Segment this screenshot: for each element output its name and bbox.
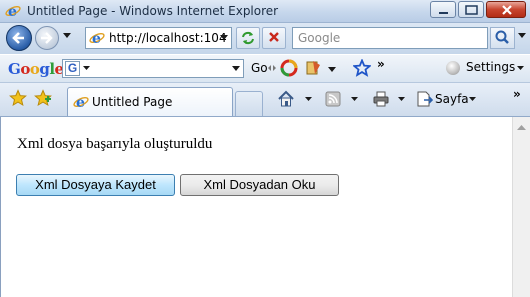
vertical-scrollbar[interactable]	[512, 117, 530, 297]
recent-pages-dropdown-icon[interactable]	[63, 33, 71, 38]
address-url: http://localhost:104	[109, 31, 227, 45]
feeds-dropdown-icon[interactable]	[351, 97, 358, 101]
search-input[interactable]: Google	[292, 27, 488, 49]
page-content: Xml dosya başarıyla oluşturuldu Xml Dosy…	[0, 117, 512, 297]
tab-title: Untitled Page	[92, 95, 173, 109]
home-icon[interactable]	[277, 90, 295, 108]
save-xml-button[interactable]: Xml Dosyaya Kaydet	[16, 174, 175, 196]
google-go-button[interactable]: Go	[251, 61, 268, 75]
svg-text:e: e	[92, 31, 101, 46]
internet-explorer-icon: e	[5, 4, 21, 19]
back-button[interactable]	[6, 25, 32, 51]
search-icon	[495, 30, 509, 44]
more-tools-chevron-icon[interactable]: »	[377, 57, 385, 71]
google-g-icon: G	[65, 61, 80, 76]
google-toolbar: Google G Go » Settings	[0, 55, 530, 83]
google-search-field[interactable]: G	[62, 59, 244, 78]
tab-untitled-page[interactable]: e Untitled Page	[67, 87, 233, 116]
print-dropdown-icon[interactable]	[398, 97, 405, 101]
svg-text:e: e	[76, 95, 85, 110]
window-title: Untitled Page - Windows Internet Explore…	[27, 4, 279, 18]
settings-ball-icon	[446, 61, 460, 75]
minimize-button[interactable]	[430, 1, 456, 18]
tab-bar: e Untitled Page Sayfa »	[0, 83, 530, 117]
settings-dropdown-icon	[517, 66, 524, 70]
address-bar[interactable]: e http://localhost:104	[85, 27, 232, 49]
feeds-icon[interactable]	[325, 90, 341, 108]
home-dropdown-icon[interactable]	[305, 97, 312, 101]
add-favorite-icon[interactable]	[34, 89, 52, 107]
google-logo: Google	[8, 60, 64, 78]
stop-icon	[269, 32, 279, 42]
minimize-icon	[439, 12, 448, 14]
search-placeholder: Google	[298, 31, 341, 45]
bookmarks-icon[interactable]	[305, 59, 323, 77]
page-menu-dropdown-icon[interactable]	[469, 97, 476, 101]
page-menu-icon[interactable]	[415, 90, 433, 108]
settings-label: Settings	[466, 60, 516, 74]
refresh-icon	[242, 31, 254, 45]
maximize-button[interactable]	[458, 1, 484, 18]
forward-arrow-icon	[41, 32, 53, 44]
svg-text:e: e	[8, 4, 17, 19]
pagerank-icon[interactable]	[280, 59, 298, 77]
scroll-up-arrow-icon[interactable]	[517, 125, 526, 130]
search-options-dropdown-icon[interactable]	[518, 33, 526, 38]
google-search-dropdown-icon[interactable]	[232, 66, 240, 71]
page-menu-label[interactable]: Sayfa	[435, 92, 469, 106]
more-commands-chevron-icon[interactable]: »	[513, 87, 521, 101]
star-bookmark-icon[interactable]	[353, 59, 371, 77]
back-arrow-icon	[12, 32, 24, 44]
page-icon: e	[89, 31, 105, 46]
status-message: Xml dosya başarıyla oluşturuldu	[17, 136, 213, 152]
forward-button[interactable]	[35, 26, 59, 50]
favorites-center-icon[interactable]	[9, 89, 27, 107]
google-menu-dropdown-icon[interactable]	[83, 66, 90, 70]
new-tab-button[interactable]	[235, 91, 263, 116]
close-button[interactable]	[486, 1, 526, 18]
bookmarks-dropdown-icon[interactable]	[328, 67, 336, 72]
tab-page-icon: e	[73, 95, 89, 110]
address-toolbar: e http://localhost:104 Google	[0, 23, 530, 54]
address-dropdown-icon[interactable]	[220, 35, 228, 40]
refresh-button[interactable]	[236, 27, 260, 49]
search-button[interactable]	[490, 27, 515, 49]
read-xml-button[interactable]: Xml Dosyadan Oku	[180, 174, 339, 196]
close-icon	[502, 5, 512, 15]
print-icon[interactable]	[372, 90, 390, 108]
restore-icon	[465, 5, 478, 15]
stop-button[interactable]	[262, 27, 286, 49]
title-bar: e Untitled Page - Windows Internet Explo…	[0, 0, 530, 23]
